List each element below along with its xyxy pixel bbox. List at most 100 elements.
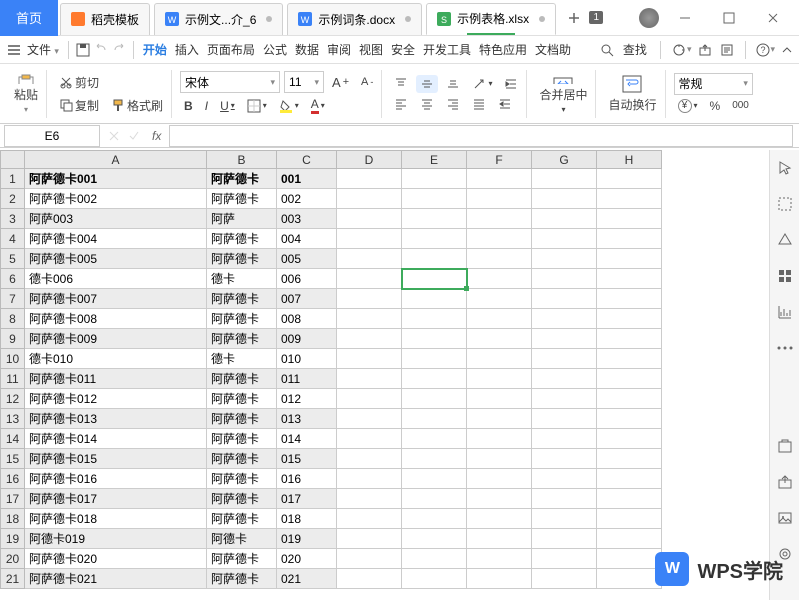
- cell[interactable]: [532, 309, 597, 329]
- cell[interactable]: [532, 329, 597, 349]
- cell[interactable]: [337, 269, 402, 289]
- cell[interactable]: [467, 309, 532, 329]
- more-icon[interactable]: [775, 338, 795, 358]
- share-icon[interactable]: [697, 42, 713, 58]
- indent-inc-button[interactable]: [500, 75, 522, 93]
- cell[interactable]: [532, 229, 597, 249]
- cell[interactable]: [597, 549, 662, 569]
- cell[interactable]: [532, 529, 597, 549]
- cell[interactable]: [402, 489, 467, 509]
- cell[interactable]: 阿萨德卡001: [25, 169, 207, 189]
- cancel-fx-icon[interactable]: [104, 130, 124, 142]
- percent-button[interactable]: %: [706, 97, 725, 115]
- row-header-5[interactable]: 5: [1, 249, 25, 269]
- tasks-icon[interactable]: [719, 42, 735, 58]
- cell[interactable]: [532, 429, 597, 449]
- cell[interactable]: 阿萨德卡015: [25, 449, 207, 469]
- cell[interactable]: [337, 289, 402, 309]
- cell[interactable]: [402, 569, 467, 589]
- menu-special[interactable]: 特色应用: [476, 39, 530, 60]
- save-icon[interactable]: [75, 42, 91, 58]
- cell[interactable]: [597, 529, 662, 549]
- row-header-16[interactable]: 16: [1, 469, 25, 489]
- cell[interactable]: [402, 429, 467, 449]
- menu-insert[interactable]: 插入: [172, 39, 202, 60]
- cell[interactable]: [597, 189, 662, 209]
- select-tool-icon[interactable]: [775, 194, 795, 214]
- image-icon[interactable]: [775, 508, 795, 528]
- cell[interactable]: [532, 249, 597, 269]
- cell[interactable]: 阿萨德卡008: [25, 309, 207, 329]
- menu-formula[interactable]: 公式: [260, 39, 290, 60]
- row-header-12[interactable]: 12: [1, 389, 25, 409]
- search-icon[interactable]: [600, 43, 614, 57]
- collapse-ribbon-icon[interactable]: [781, 44, 793, 56]
- help-icon[interactable]: ?▾: [756, 43, 775, 57]
- indent-dec-button[interactable]: [494, 95, 516, 113]
- cell[interactable]: 003: [277, 209, 337, 229]
- cell[interactable]: [402, 469, 467, 489]
- row-header-11[interactable]: 11: [1, 369, 25, 389]
- cell[interactable]: 阿萨德卡: [207, 249, 277, 269]
- cell[interactable]: 018: [277, 509, 337, 529]
- font-color-button[interactable]: A▾: [307, 95, 329, 116]
- cell[interactable]: 阿萨德卡007: [25, 289, 207, 309]
- cell[interactable]: 阿萨德卡: [207, 369, 277, 389]
- cell[interactable]: [597, 429, 662, 449]
- cell[interactable]: 005: [277, 249, 337, 269]
- cell[interactable]: 014: [277, 429, 337, 449]
- cell[interactable]: [467, 409, 532, 429]
- cell[interactable]: 015: [277, 449, 337, 469]
- formula-input[interactable]: [169, 125, 793, 147]
- cell[interactable]: [597, 369, 662, 389]
- redo-icon[interactable]: [111, 42, 127, 58]
- chart-icon[interactable]: [775, 302, 795, 322]
- wrap-text-button[interactable]: 自动换行: [604, 72, 660, 116]
- cell[interactable]: 阿萨德卡: [207, 309, 277, 329]
- row-header-13[interactable]: 13: [1, 409, 25, 429]
- cell[interactable]: [402, 229, 467, 249]
- cell[interactable]: 阿萨德卡004: [25, 229, 207, 249]
- cell[interactable]: [467, 329, 532, 349]
- cell[interactable]: [597, 169, 662, 189]
- cell[interactable]: [337, 569, 402, 589]
- cell[interactable]: 阿萨德卡005: [25, 249, 207, 269]
- align-bottom-button[interactable]: [442, 75, 464, 93]
- name-box[interactable]: E6: [4, 125, 100, 147]
- cell[interactable]: [467, 509, 532, 529]
- cell[interactable]: [467, 209, 532, 229]
- cell[interactable]: 阿萨德卡017: [25, 489, 207, 509]
- cell[interactable]: 阿萨德卡002: [25, 189, 207, 209]
- cell[interactable]: [402, 309, 467, 329]
- cell[interactable]: [402, 269, 467, 289]
- menu-data[interactable]: 数据: [292, 39, 322, 60]
- cell[interactable]: [337, 509, 402, 529]
- row-header-3[interactable]: 3: [1, 209, 25, 229]
- cell[interactable]: 012: [277, 389, 337, 409]
- cell[interactable]: [532, 209, 597, 229]
- align-right-button[interactable]: [442, 95, 464, 113]
- col-header-G[interactable]: G: [532, 151, 597, 169]
- cell[interactable]: [467, 269, 532, 289]
- cell[interactable]: [597, 289, 662, 309]
- cell[interactable]: [467, 349, 532, 369]
- tab-home[interactable]: 首页: [0, 0, 58, 36]
- cell[interactable]: 阿萨德卡021: [25, 569, 207, 589]
- col-header-C[interactable]: C: [277, 151, 337, 169]
- cell[interactable]: [597, 349, 662, 369]
- cell[interactable]: [597, 569, 662, 589]
- border-button[interactable]: ▾: [243, 97, 271, 115]
- cell[interactable]: [532, 489, 597, 509]
- cell[interactable]: [532, 189, 597, 209]
- font-select[interactable]: 宋体▾: [180, 71, 280, 93]
- close-button[interactable]: [755, 3, 791, 33]
- cell[interactable]: [337, 489, 402, 509]
- cell[interactable]: [597, 269, 662, 289]
- cell[interactable]: [337, 189, 402, 209]
- underline-button[interactable]: U ▾: [216, 97, 239, 115]
- cell[interactable]: [337, 329, 402, 349]
- cell[interactable]: [337, 349, 402, 369]
- cell[interactable]: 004: [277, 229, 337, 249]
- cell[interactable]: 阿萨德卡: [207, 549, 277, 569]
- cut-button[interactable]: 剪切: [55, 72, 167, 93]
